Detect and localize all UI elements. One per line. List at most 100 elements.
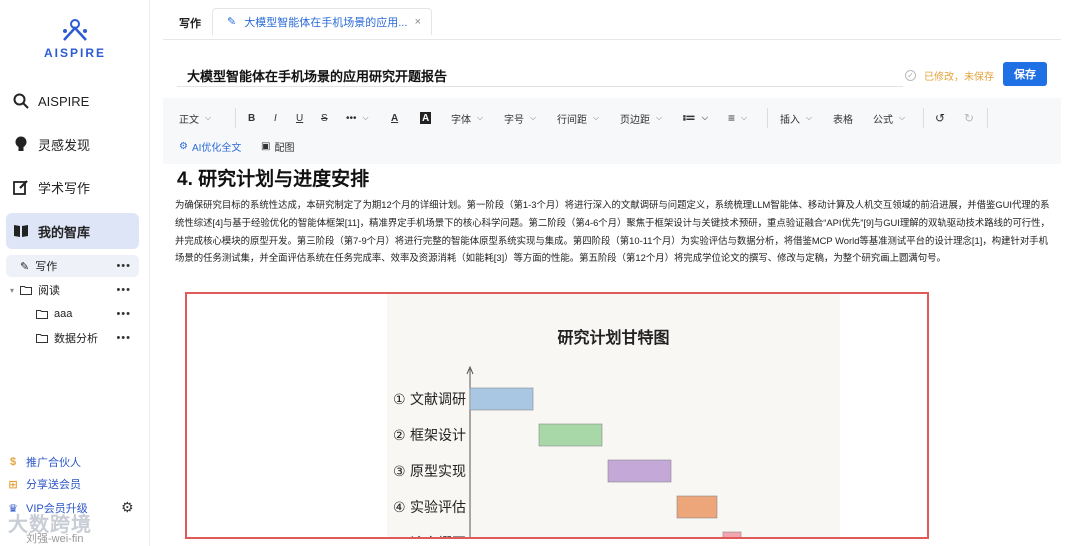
divider: [767, 108, 768, 128]
book-icon: [12, 222, 30, 240]
page-margin-select[interactable]: 页边距 ⌵: [620, 110, 662, 126]
logo-icon: [63, 19, 87, 41]
nav-inspiration[interactable]: 灵感发现: [6, 126, 139, 162]
tb-label: 插入: [780, 114, 800, 126]
tb-label: •••: [346, 112, 357, 124]
task-label: ③ 原型实现: [393, 464, 466, 480]
gantt-bar: [607, 459, 672, 483]
partner-link[interactable]: $ 推广合伙人: [6, 454, 81, 470]
app-root: AISPIRE AISPIRE 灵感发现 学术写作 我的智库 ✎ 写作 ••• …: [0, 0, 1080, 546]
underline-button[interactable]: U: [296, 110, 303, 126]
ai-optimize-label: AI优化全文: [191, 143, 242, 154]
formula-select[interactable]: 公式 ⌵: [873, 110, 905, 126]
tab-document[interactable]: ✎ 大模型智能体在手机场景的应用... ×: [212, 8, 432, 36]
task-label: ⑤ 论文撰写: [393, 536, 466, 537]
tree-label: 数据分析: [54, 333, 98, 345]
nav-my-library[interactable]: 我的智库: [6, 213, 139, 249]
nav-academic-writing[interactable]: 学术写作: [6, 169, 139, 205]
nav-label: 我的智库: [38, 224, 91, 240]
task-label: ① 文献调研: [393, 392, 466, 408]
section-heading: 4. 研究计划与进度安排: [177, 169, 370, 190]
tree-item-data-analysis[interactable]: 数据分析 •••: [6, 327, 139, 349]
figure-button[interactable]: ▣ 配图: [261, 139, 294, 154]
highlight-button[interactable]: A: [420, 112, 432, 124]
redo-button[interactable]: ↻: [964, 110, 974, 126]
ai-optimize-button[interactable]: ⚙ AI优化全文: [179, 139, 241, 154]
figure-label: 配图: [274, 143, 295, 154]
task-label: ② 框架设计: [393, 428, 466, 444]
brand-logo[interactable]: AISPIRE: [40, 18, 110, 60]
brand-name: AISPIRE: [43, 46, 106, 60]
save-button[interactable]: 保存: [1003, 62, 1047, 86]
editor-content[interactable]: 4. 研究计划与进度安排 为确保研究目标的系统性达成，本研究制定了为期12个月的…: [163, 164, 1061, 546]
paragraph-style-select[interactable]: 正文 ⌵: [179, 110, 211, 126]
gear-icon[interactable]: ⚙: [121, 499, 134, 516]
insert-select[interactable]: 插入 ⌵: [780, 110, 812, 126]
tab-label: 大模型智能体在手机场景的应用...: [244, 16, 408, 29]
search-icon: [12, 92, 30, 110]
chevron-down-icon: ⌵: [362, 113, 369, 122]
tree-item-aaa[interactable]: aaa •••: [6, 303, 139, 325]
tab-writing[interactable]: 写作: [179, 15, 201, 31]
nav-label: 灵感发现: [38, 137, 91, 153]
more-format-button[interactable]: ••• ⌵: [346, 110, 369, 126]
partner-label: 推广合伙人: [26, 457, 81, 469]
pen-icon: ✎: [20, 260, 30, 273]
check-circle-icon: ✓: [905, 70, 916, 81]
undo-button[interactable]: ↺: [935, 110, 945, 126]
more-icon[interactable]: •••: [116, 308, 131, 320]
strikethrough-button[interactable]: S: [321, 110, 328, 126]
gantt-bar: [538, 423, 603, 447]
folder-icon: [20, 285, 33, 295]
tree-item-reading[interactable]: ▾ 阅读 •••: [6, 279, 139, 301]
font-color-button[interactable]: A: [391, 110, 398, 126]
tb-label: 字号: [504, 114, 524, 126]
nav-label: AISPIRE: [38, 93, 90, 109]
title-divider: [177, 86, 903, 87]
editor-toolbar: 正文 ⌵ B I U S ••• ⌵ A A 字体 ⌵ 字号 ⌵ 行间距 ⌵ 页边距 ⌵ ≔…: [163, 98, 1061, 164]
table-button[interactable]: 表格: [833, 110, 853, 126]
pen-icon: ✎: [227, 16, 237, 28]
nav-aispire[interactable]: AISPIRE: [6, 83, 139, 119]
tb-label: 正文: [179, 114, 199, 126]
more-icon[interactable]: •••: [116, 332, 131, 344]
section-paragraph: 为确保研究目标的系统性达成，本研究制定了为期12个月的详细计划。第一阶段（第1-…: [175, 199, 1050, 264]
nav-label: 学术写作: [38, 180, 91, 196]
close-icon[interactable]: ×: [415, 16, 421, 28]
image-icon: ▣: [261, 141, 271, 152]
chevron-down-icon: ⌵: [806, 113, 813, 122]
gift-icon: ⊞: [8, 478, 18, 491]
chevron-down-icon[interactable]: ▾: [10, 286, 14, 295]
font-size-select[interactable]: 字号 ⌵: [504, 110, 536, 126]
more-icon[interactable]: •••: [116, 260, 131, 272]
italic-button[interactable]: I: [274, 110, 277, 126]
chevron-down-icon: ⌵: [701, 113, 708, 122]
document-title[interactable]: 大模型智能体在手机场景的应用研究开题报告: [187, 66, 447, 85]
tb-label: 公式: [873, 114, 893, 126]
line-spacing-select[interactable]: 行间距 ⌵: [557, 110, 599, 126]
divider: [235, 108, 236, 128]
gantt-svg: ① 文献调研 ② 框架设计 ③ 原型实现 ④ 实验评估 ⑤ 论文撰写: [393, 365, 742, 537]
chevron-down-icon: ⌵: [899, 113, 906, 122]
tree-item-writing[interactable]: ✎ 写作 •••: [6, 255, 139, 277]
more-icon[interactable]: •••: [116, 284, 131, 296]
align-button[interactable]: ≡ ⌵: [728, 110, 747, 126]
lightbulb-icon: [12, 135, 30, 153]
tree-label: 阅读: [38, 285, 61, 297]
font-family-select[interactable]: 字体 ⌵: [451, 110, 483, 126]
list-icon: ≔: [682, 110, 696, 125]
list-button[interactable]: ≔ ⌵: [682, 110, 708, 126]
tree-label: aaa: [54, 308, 73, 320]
selected-figure[interactable]: 研究计划甘特图 ① 文献调研② 框架设计③ 原型实现④ 实验评估⑤ 论文撰写: [185, 292, 929, 539]
tree-label: 写作: [35, 261, 58, 273]
chevron-down-icon: ⌵: [656, 113, 663, 122]
chevron-down-icon: ⌵: [530, 113, 537, 122]
edit-icon: [12, 178, 30, 196]
sparkle-icon: ⚙: [179, 141, 188, 152]
bold-button[interactable]: B: [248, 110, 255, 126]
title-bar: 大模型智能体在手机场景的应用研究开题报告 ✓ 已修改，未保存 保存: [163, 48, 1061, 96]
share-link[interactable]: ⊞ 分享送会员: [6, 476, 81, 492]
sidebar: AISPIRE AISPIRE 灵感发现 学术写作 我的智库 ✎ 写作 ••• …: [0, 0, 150, 546]
tab-bar: 写作 ✎ 大模型智能体在手机场景的应用... ×: [163, 0, 1061, 40]
gantt-bar: [469, 387, 534, 411]
